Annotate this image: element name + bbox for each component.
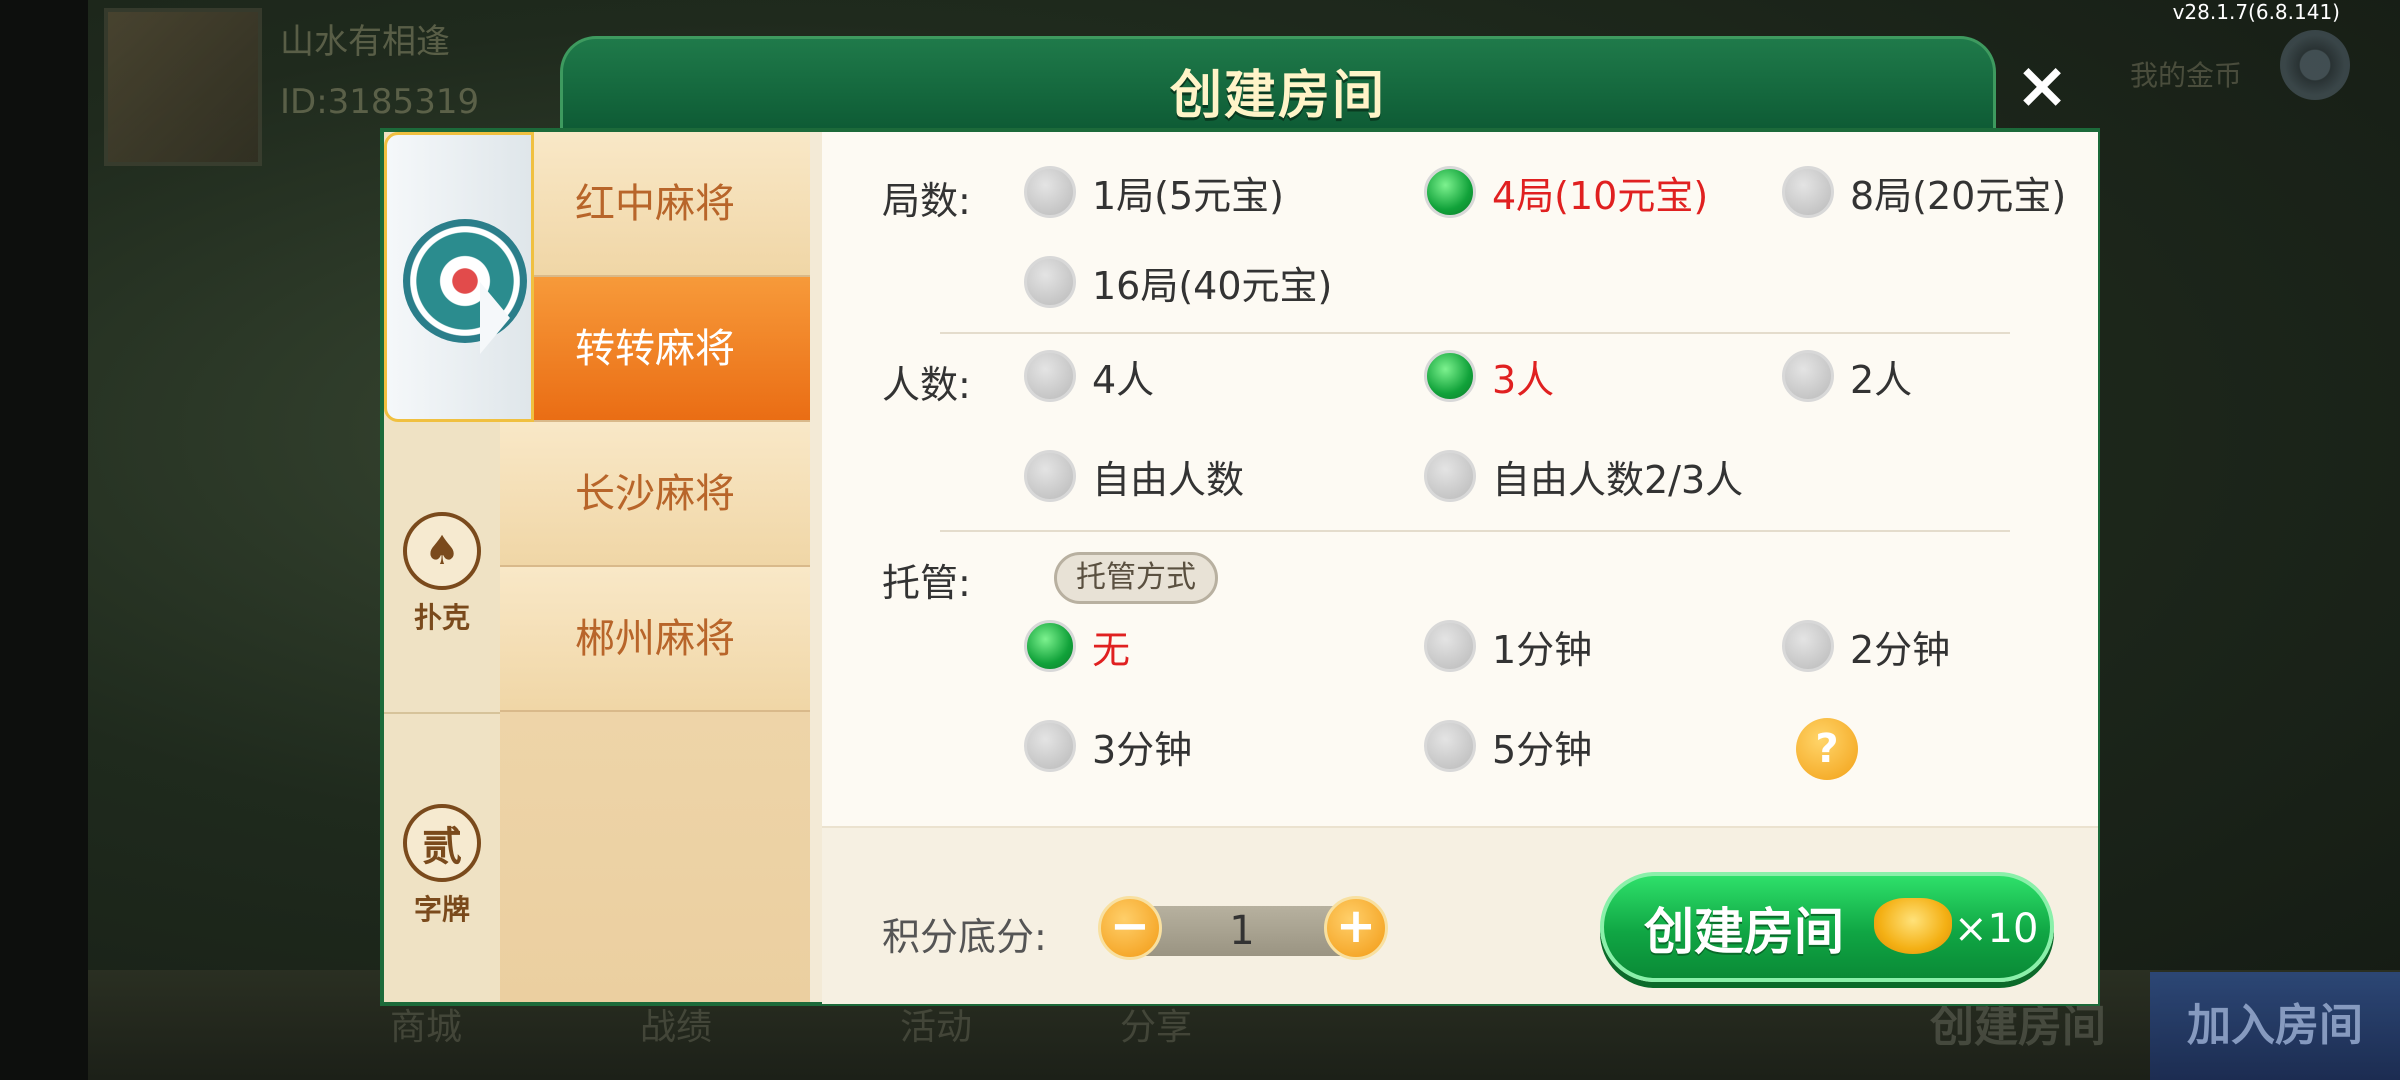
auto-play-option-1min-label: 1分钟 [1492, 627, 1593, 672]
radio-icon [1782, 620, 1834, 672]
radio-icon [1782, 166, 1834, 218]
players-option-free[interactable]: 自由人数 [1024, 446, 1244, 506]
radio-icon [1424, 620, 1476, 672]
score-stepper: 1 [1136, 906, 1348, 956]
create-room-button-label: 创建房间 [1644, 903, 1844, 961]
game-tabs: 红中麻将 转转麻将 长沙麻将 郴州麻将 [500, 132, 810, 1002]
category-poker-label: 扑克 [413, 601, 470, 634]
radio-icon [1424, 720, 1476, 772]
auto-play-option-3min[interactable]: 3分钟 [1024, 716, 1192, 776]
players-option-3[interactable]: 3人 [1424, 346, 1554, 406]
help-icon[interactable]: ? [1796, 718, 1858, 780]
tab-chenzhou-mahjong[interactable]: 郴州麻将 [500, 567, 810, 712]
radio-icon [1782, 350, 1834, 402]
coin-label: 我的金币 [2130, 59, 2243, 92]
version-label: v28.1.7(6.8.141) [2172, 0, 2340, 24]
category-mahjong[interactable] [384, 132, 534, 422]
players-label: 人数: [882, 363, 971, 407]
avatar[interactable] [104, 8, 262, 166]
rounds-option-8-label: 8局(20元宝) [1850, 173, 2067, 218]
radio-selected-icon [1024, 620, 1076, 672]
dialog-footer: 积分底分: 1 − + 创建房间 ×10 [822, 826, 2098, 1004]
radio-icon [1024, 166, 1076, 218]
character-icon: 贰 [403, 804, 481, 882]
divider [940, 530, 2010, 532]
radio-icon [1024, 450, 1076, 502]
dialog-header: 创建房间 [560, 36, 1996, 133]
category-active-notch [480, 282, 510, 354]
create-room-button[interactable]: 创建房间 ×10 [1600, 872, 2054, 982]
radio-selected-icon [1424, 166, 1476, 218]
divider [940, 332, 2010, 334]
score-label: 积分底分: [882, 915, 1047, 959]
radio-icon [1024, 256, 1076, 308]
auto-play-option-2min-label: 2分钟 [1850, 627, 1951, 672]
dialog-title: 创建房间 [1169, 66, 1386, 126]
rounds-option-8[interactable]: 8局(20元宝) [1782, 162, 2066, 222]
auto-play-option-5min[interactable]: 5分钟 [1424, 716, 1592, 776]
auto-play-option-none[interactable]: 无 [1024, 616, 1130, 676]
auto-play-option-2min[interactable]: 2分钟 [1782, 616, 1950, 676]
players-option-2[interactable]: 2人 [1782, 346, 1912, 406]
rounds-option-16-label: 16局(40元宝) [1092, 263, 1333, 308]
auto-play-option-3min-label: 3分钟 [1092, 727, 1193, 772]
create-room-dialog: ♠ 扑克 贰 字牌 红中麻将 转转麻将 长沙麻将 郴州麻将 局数: 1局(5元宝… [380, 128, 2100, 1006]
auto-play-option-1min[interactable]: 1分钟 [1424, 616, 1592, 676]
players-option-4-label: 4人 [1092, 357, 1155, 402]
radio-selected-icon [1424, 350, 1476, 402]
players-option-free-2-3-label: 自由人数2/3人 [1492, 457, 1744, 502]
tab-hongzhong-mahjong[interactable]: 红中麻将 [500, 132, 810, 277]
players-option-free-2-3[interactable]: 自由人数2/3人 [1424, 446, 1743, 506]
rounds-option-16[interactable]: 16局(40元宝) [1024, 252, 1332, 312]
auto-play-label: 托管: [882, 561, 971, 605]
auto-play-mode-button[interactable]: 托管方式 [1054, 552, 1218, 604]
lobby-join-room-button: 加入房间 [2150, 972, 2400, 1080]
players-option-2-label: 2人 [1850, 357, 1913, 402]
radio-icon [1424, 450, 1476, 502]
category-poker[interactable]: ♠ 扑克 [384, 512, 500, 636]
auto-play-option-none-label: 无 [1092, 627, 1131, 672]
tab-changsha-mahjong[interactable]: 长沙麻将 [500, 422, 810, 567]
radio-icon [1024, 350, 1076, 402]
gear-icon[interactable] [2280, 30, 2350, 100]
player-name: 山水有相逢 [280, 22, 450, 62]
player-id: ID:3185319 [280, 82, 480, 122]
players-option-free-label: 自由人数 [1092, 457, 1245, 502]
category-character-label: 字牌 [413, 893, 470, 926]
score-minus-button[interactable]: − [1098, 896, 1162, 960]
score-value: 1 [1229, 908, 1255, 954]
radio-icon [1024, 720, 1076, 772]
gold-ingot-icon [1874, 898, 1952, 954]
close-button[interactable]: × [2010, 54, 2074, 122]
category-character-cards[interactable]: 贰 字牌 [384, 804, 500, 928]
auto-play-option-5min-label: 5分钟 [1492, 727, 1593, 772]
spade-icon: ♠ [403, 512, 481, 590]
rounds-option-4-label: 4局(10元宝) [1492, 173, 1709, 218]
create-room-cost: ×10 [1954, 906, 2039, 952]
category-divider [384, 712, 500, 714]
rounds-option-1[interactable]: 1局(5元宝) [1024, 162, 1284, 222]
players-option-4[interactable]: 4人 [1024, 346, 1154, 406]
rounds-option-1-label: 1局(5元宝) [1092, 173, 1285, 218]
players-option-3-label: 3人 [1492, 357, 1555, 402]
rounds-option-4[interactable]: 4局(10元宝) [1424, 162, 1708, 222]
rounds-label: 局数: [882, 179, 971, 223]
score-plus-button[interactable]: + [1324, 896, 1388, 960]
tab-zhuanzhuan-mahjong[interactable]: 转转麻将 [500, 277, 810, 422]
